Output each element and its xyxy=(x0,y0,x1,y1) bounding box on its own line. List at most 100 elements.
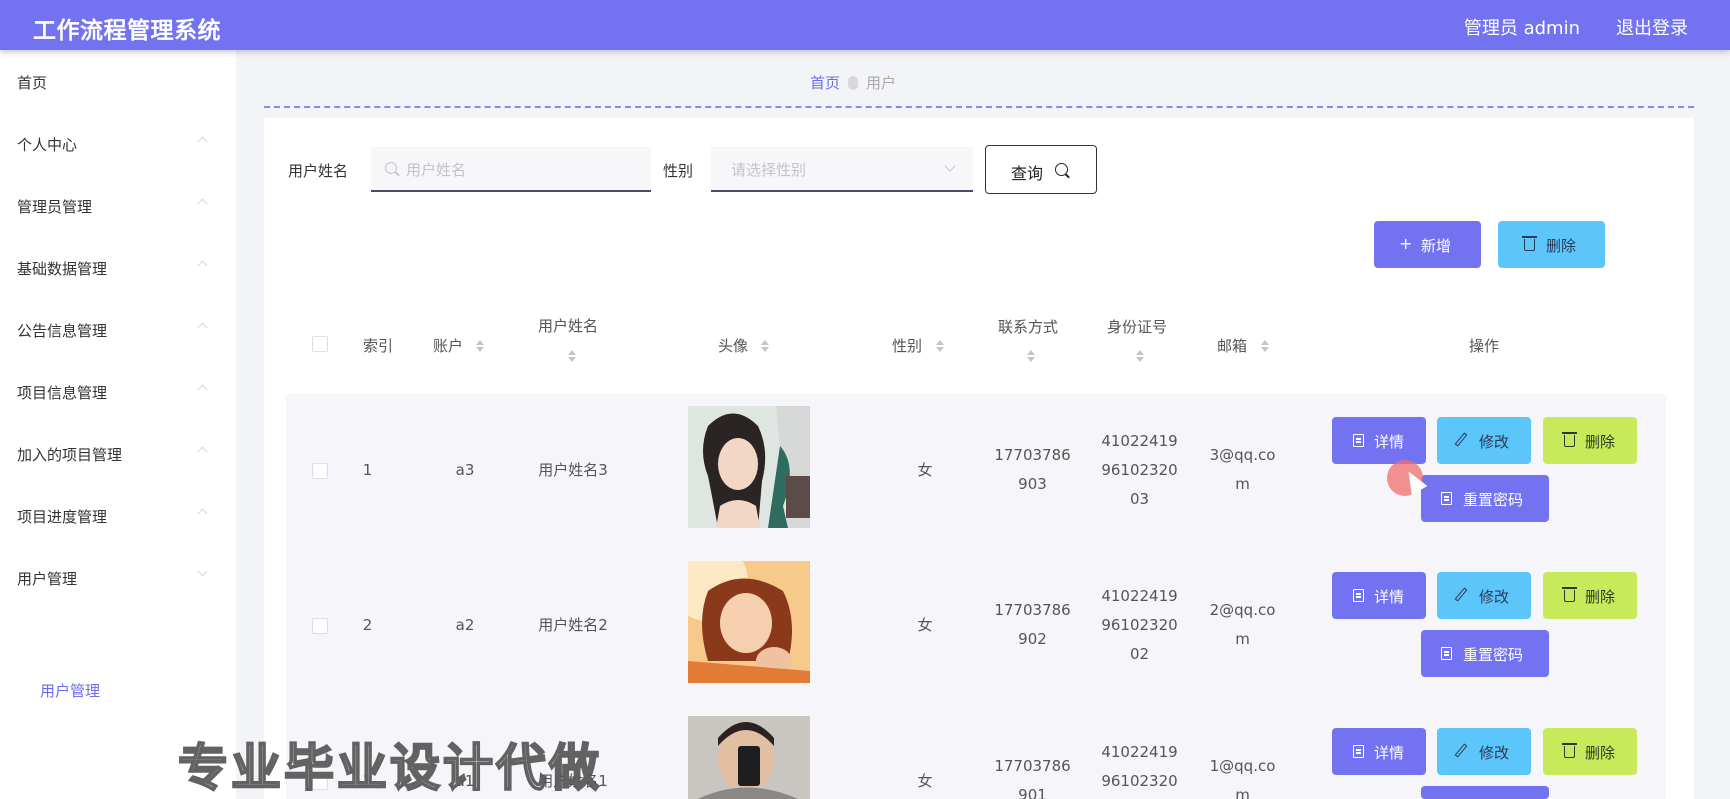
edit-button-label: 修改 xyxy=(1479,588,1510,606)
detail-button[interactable]: 详情 xyxy=(1332,572,1426,619)
row-phone-line: 17703786 xyxy=(994,446,1071,464)
edit-button[interactable]: 修改 xyxy=(1437,572,1531,619)
sort-icon[interactable] xyxy=(1136,350,1144,362)
user-avatar xyxy=(688,716,810,799)
column-header-phone[interactable]: 联系方式 xyxy=(998,316,1058,337)
document-icon xyxy=(1441,492,1452,505)
column-header-email[interactable]: 邮箱 xyxy=(1217,335,1247,356)
sort-icon[interactable] xyxy=(1261,340,1269,352)
chevron-down-icon xyxy=(944,160,956,172)
bulk-delete-label: 删除 xyxy=(1546,237,1577,255)
sidebar-item-label: 首页 xyxy=(17,74,48,92)
row-email: 1@qq.co m xyxy=(1200,752,1285,799)
top-bar: 工作流程管理系统 管理员 admin 退出登录 xyxy=(0,0,1730,50)
user-avatar xyxy=(688,406,810,528)
reset-password-button[interactable]: 重置密码 xyxy=(1421,475,1549,522)
row-email-line: m xyxy=(1235,630,1250,648)
add-button-label: 新增 xyxy=(1421,237,1452,255)
sidebar-item-label: 管理员管理 xyxy=(17,198,93,216)
column-header-avatar[interactable]: 头像 xyxy=(718,335,748,356)
submenu-item-label: 用户管理 xyxy=(40,682,101,700)
column-header-account[interactable]: 账户 xyxy=(433,335,463,356)
sort-icon[interactable] xyxy=(936,340,944,352)
delete-button[interactable]: 删除 xyxy=(1543,417,1637,464)
row-phone-line: 902 xyxy=(1018,630,1047,648)
row-phone-line: 901 xyxy=(1018,786,1047,799)
detail-button[interactable]: 详情 xyxy=(1332,417,1426,464)
row-phone: 17703786 901 xyxy=(985,752,1080,799)
sort-icon[interactable] xyxy=(761,340,769,352)
document-icon xyxy=(1441,647,1452,660)
sort-icon[interactable] xyxy=(568,350,576,362)
trash-icon xyxy=(1562,432,1577,447)
sidebar-item-admins[interactable]: 管理员管理 xyxy=(0,174,236,236)
sidebar-item-users[interactable]: 用户管理 xyxy=(0,546,236,608)
row-account: a3 xyxy=(455,461,475,479)
chevron-down-icon xyxy=(197,566,208,577)
row-phone-line: 17703786 xyxy=(994,601,1071,619)
chevron-up-icon xyxy=(197,508,208,519)
row-checkbox[interactable] xyxy=(312,463,328,479)
sort-icon[interactable] xyxy=(476,340,484,352)
column-header-gender[interactable]: 性别 xyxy=(892,335,922,356)
row-idcard-line: 41022419 xyxy=(1101,587,1178,605)
column-header-name[interactable]: 用户姓名 xyxy=(538,315,598,336)
sidebar-item-profile[interactable]: 个人中心 xyxy=(0,112,236,174)
sidebar-item-progress[interactable]: 项目进度管理 xyxy=(0,484,236,546)
delete-button[interactable]: 删除 xyxy=(1543,728,1637,775)
search-icon xyxy=(1055,163,1068,176)
sidebar-item-label: 公告信息管理 xyxy=(17,322,108,340)
pencil-icon xyxy=(1454,587,1468,602)
row-email-line: 3@qq.co xyxy=(1209,446,1276,464)
sidebar-item-joined-projects[interactable]: 加入的项目管理 xyxy=(0,422,236,484)
sidebar-item-announcements[interactable]: 公告信息管理 xyxy=(0,298,236,360)
row-email: 3@qq.co m xyxy=(1200,441,1285,499)
detail-button-label: 详情 xyxy=(1374,588,1405,606)
submenu-item-user-management[interactable]: 用户管理 xyxy=(0,663,236,713)
row-email-line: 2@qq.co xyxy=(1209,601,1276,619)
detail-button[interactable]: 详情 xyxy=(1332,728,1426,775)
pencil-icon xyxy=(1454,432,1468,447)
search-icon xyxy=(385,162,397,174)
edit-button[interactable]: 修改 xyxy=(1437,728,1531,775)
edit-button-label: 修改 xyxy=(1479,433,1510,451)
row-idcard: 41022419 96102320 xyxy=(1092,738,1187,796)
detail-button-label: 详情 xyxy=(1374,433,1405,451)
row-checkbox[interactable] xyxy=(312,618,328,634)
chevron-up-icon xyxy=(197,322,208,333)
column-header-idcard[interactable]: 身份证号 xyxy=(1107,316,1167,337)
sidebar-item-home[interactable]: 首页 xyxy=(0,50,236,112)
row-idcard-line: 96102320 xyxy=(1101,461,1178,479)
select-all-checkbox[interactable] xyxy=(312,336,328,352)
delete-button-label: 删除 xyxy=(1585,588,1616,606)
edit-button[interactable]: 修改 xyxy=(1437,417,1531,464)
gender-select[interactable]: 请选择性别 xyxy=(711,147,973,192)
reset-password-label: 重置密码 xyxy=(1463,491,1524,509)
row-account: a2 xyxy=(455,616,475,634)
sort-icon[interactable] xyxy=(1027,350,1035,362)
logout-link[interactable]: 退出登录 xyxy=(1616,14,1688,40)
app-title: 工作流程管理系统 xyxy=(33,18,221,44)
row-idcard-line: 41022419 xyxy=(1101,432,1178,450)
add-button[interactable]: + 新增 xyxy=(1374,221,1481,268)
breadcrumb-home[interactable]: 首页 xyxy=(810,74,840,92)
delete-button[interactable]: 删除 xyxy=(1543,572,1637,619)
edit-button-label: 修改 xyxy=(1479,744,1510,762)
row-phone-line: 903 xyxy=(1018,475,1047,493)
reset-password-label: 重置密码 xyxy=(1463,646,1524,664)
sidebar-item-projects[interactable]: 项目信息管理 xyxy=(0,360,236,422)
column-header-index[interactable]: 索引 xyxy=(363,335,393,356)
bulk-delete-button[interactable]: 删除 xyxy=(1498,221,1605,268)
delete-button-label: 删除 xyxy=(1585,433,1616,451)
gender-label: 性别 xyxy=(663,162,694,180)
trash-icon xyxy=(1522,236,1537,251)
query-button[interactable]: 查询 xyxy=(985,145,1097,194)
search-name-input[interactable]: 用户姓名 xyxy=(371,147,651,192)
row-email-line: m xyxy=(1235,475,1250,493)
sidebar-item-basic-data[interactable]: 基础数据管理 xyxy=(0,236,236,298)
reset-password-button[interactable] xyxy=(1421,786,1549,799)
row-phone: 17703786 902 xyxy=(985,596,1080,654)
reset-password-button[interactable]: 重置密码 xyxy=(1421,630,1549,677)
chevron-up-icon xyxy=(197,136,208,147)
document-icon xyxy=(1353,434,1364,447)
